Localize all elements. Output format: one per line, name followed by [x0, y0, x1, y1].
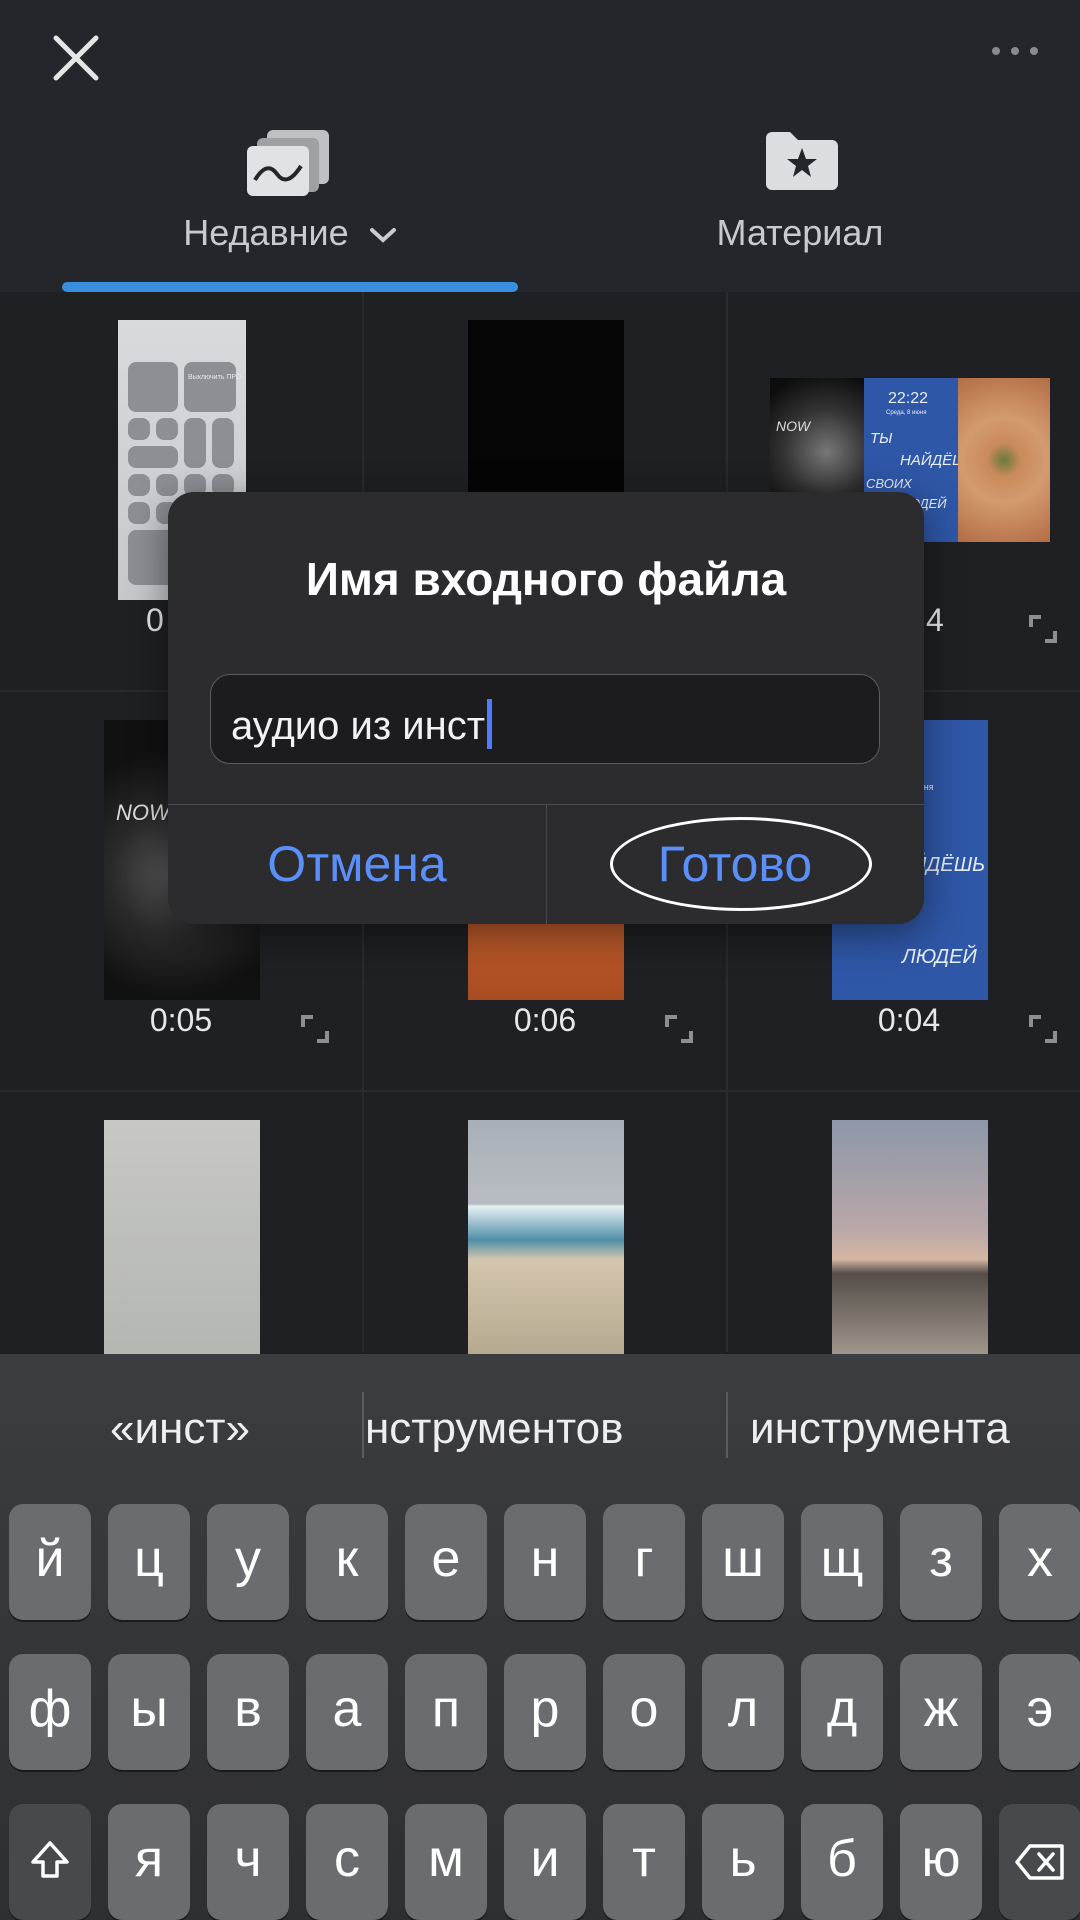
key[interactable]: у [207, 1504, 289, 1620]
key[interactable]: г [603, 1504, 685, 1620]
key[interactable]: п [405, 1654, 487, 1770]
backspace-icon [1015, 1844, 1064, 1880]
key[interactable]: н [504, 1504, 586, 1620]
key[interactable]: ж [900, 1654, 982, 1770]
divider [362, 1392, 364, 1458]
highlight-circle [610, 817, 872, 911]
key[interactable]: и [504, 1804, 586, 1920]
file-name-value: аудио из инст [231, 704, 486, 748]
media-thumbnail [468, 1120, 624, 1360]
key[interactable]: я [108, 1804, 190, 1920]
tab-recent[interactable]: Недавние [60, 128, 520, 288]
key[interactable]: к [306, 1504, 388, 1620]
thumb-text: ТЫ [870, 430, 893, 447]
key[interactable]: р [504, 1654, 586, 1770]
media-thumbnail [104, 1120, 260, 1360]
close-icon[interactable] [48, 30, 104, 86]
key[interactable]: ь [702, 1804, 784, 1920]
key[interactable]: м [405, 1804, 487, 1920]
key[interactable]: е [405, 1504, 487, 1620]
cancel-button[interactable]: Отмена [168, 804, 546, 924]
active-tab-indicator [62, 282, 518, 292]
expand-icon[interactable] [1028, 614, 1058, 644]
rename-dialog: Имя входного файла аудио из инст Отмена … [168, 492, 924, 924]
star-folder-icon [766, 132, 838, 190]
recent-media-icon [247, 130, 329, 196]
thumb-text: ЛЮДЕЙ [902, 946, 977, 968]
shift-icon [31, 1841, 69, 1878]
key[interactable]: т [603, 1804, 685, 1920]
thumb-text: Среда, 8 июня [886, 410, 927, 416]
shift-key[interactable] [9, 1804, 91, 1920]
expand-icon[interactable] [664, 1014, 694, 1044]
divider [726, 1392, 728, 1458]
key[interactable]: х [999, 1504, 1080, 1620]
tab-recent-label: Недавние [183, 212, 349, 253]
file-name-input[interactable]: аудио из инст [210, 674, 880, 764]
key[interactable]: з [900, 1504, 982, 1620]
expand-icon[interactable] [300, 1014, 330, 1044]
suggestion-item[interactable]: «инст» [0, 1394, 360, 1464]
thumb-text: 22:22 [888, 390, 929, 407]
dialog-title: Имя входного файла [305, 553, 787, 605]
thumb-text: Выключить ПРО [188, 374, 242, 381]
key[interactable]: ч [207, 1804, 289, 1920]
chevron-down-icon[interactable] [369, 225, 397, 245]
media-thumbnail [832, 1120, 988, 1360]
tab-material-label: Материал [716, 212, 884, 253]
key[interactable]: ц [108, 1504, 190, 1620]
more-icon[interactable] [990, 36, 1040, 66]
key[interactable]: ш [702, 1504, 784, 1620]
expand-icon[interactable] [1028, 1014, 1058, 1044]
key[interactable]: д [801, 1654, 883, 1770]
key[interactable]: э [999, 1654, 1080, 1770]
key[interactable]: в [207, 1654, 289, 1770]
tab-material[interactable]: Материал [560, 128, 1040, 288]
key[interactable]: ы [108, 1654, 190, 1770]
key[interactable]: б [801, 1804, 883, 1920]
key[interactable]: с [306, 1804, 388, 1920]
suggestion-item[interactable]: нструментов [365, 1394, 725, 1464]
thumb-text: NOW [776, 418, 811, 434]
key[interactable]: й [9, 1504, 91, 1620]
key[interactable]: л [702, 1654, 784, 1770]
thumb-text: NOW [116, 800, 170, 825]
key[interactable]: щ [801, 1504, 883, 1620]
delete-key[interactable] [999, 1804, 1080, 1920]
key[interactable]: ф [9, 1654, 91, 1770]
keyboard: «инст» нструментов инструмента й ц у к е… [0, 1354, 1080, 1920]
thumb-text: СВОИХ [866, 476, 912, 491]
top-bar: Недавние Материал [0, 0, 1080, 292]
text-cursor [487, 699, 493, 749]
media-thumbnail [468, 320, 624, 510]
suggestion-item[interactable]: инструмента [735, 1394, 1080, 1464]
key[interactable]: о [603, 1654, 685, 1770]
key[interactable]: а [306, 1654, 388, 1770]
key[interactable]: ю [900, 1804, 982, 1920]
